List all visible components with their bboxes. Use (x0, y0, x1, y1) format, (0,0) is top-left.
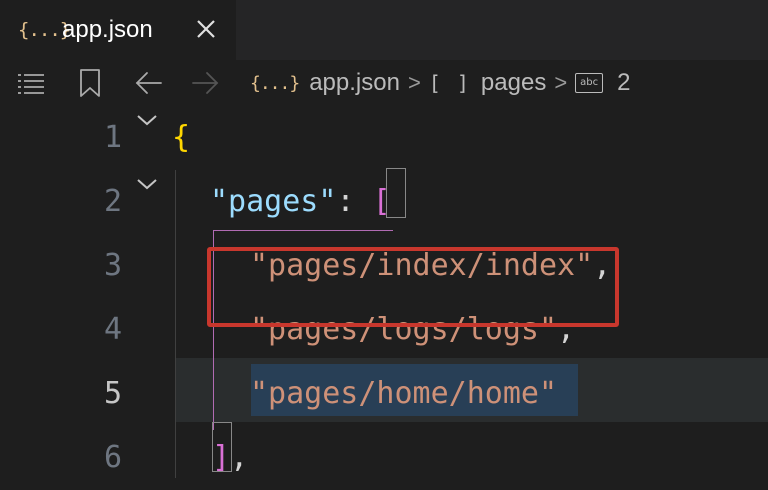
chevron-right-icon: > (554, 70, 568, 95)
array-icon: [ ] (428, 71, 471, 95)
line-number: 2 (103, 184, 122, 219)
list-icon[interactable] (16, 68, 46, 98)
breadcrumb: {...} app.json > [ ] pages > abc 2 (250, 60, 631, 106)
json-file-icon: {...} (250, 72, 300, 94)
tab-bar: {...} app.json (0, 0, 768, 60)
code-line: 1 { (0, 106, 768, 170)
close-icon[interactable] (193, 16, 219, 42)
line-number: 6 (103, 440, 122, 475)
line-number: 1 (103, 120, 122, 155)
breadcrumb-item-pages[interactable]: pages (481, 69, 546, 97)
tab-app-json[interactable]: {...} app.json (0, 0, 236, 60)
chevron-down-icon[interactable] (134, 110, 160, 130)
code-line-current: 5 "pages/home/home" (0, 362, 768, 426)
line-number: 3 (103, 248, 122, 283)
code-text: { (172, 120, 191, 155)
tab-label: app.json (62, 16, 153, 43)
forward-arrow-icon[interactable] (190, 68, 220, 98)
code-line: 6 ], (0, 426, 768, 490)
line-number: 5 (103, 376, 122, 411)
back-arrow-icon[interactable] (134, 68, 164, 98)
code-text: ], (212, 440, 249, 475)
code-text: "pages": [ (210, 184, 391, 219)
breadcrumb-toolbar: {...} app.json > [ ] pages > abc 2 (0, 60, 768, 106)
code-line: 2 "pages": [ (0, 170, 768, 234)
json-file-icon: {...} (18, 19, 71, 41)
bookmark-icon[interactable] (75, 68, 105, 98)
chevron-down-icon[interactable] (134, 174, 160, 194)
chevron-right-icon: > (407, 70, 421, 95)
breadcrumb-item-file[interactable]: app.json (309, 69, 400, 97)
code-text: "pages/home/home" (250, 376, 558, 411)
breadcrumb-item-index[interactable]: 2 (617, 69, 630, 97)
line-number: 4 (103, 312, 122, 347)
annotation-highlight-box (207, 247, 619, 327)
string-icon: abc (575, 73, 604, 93)
